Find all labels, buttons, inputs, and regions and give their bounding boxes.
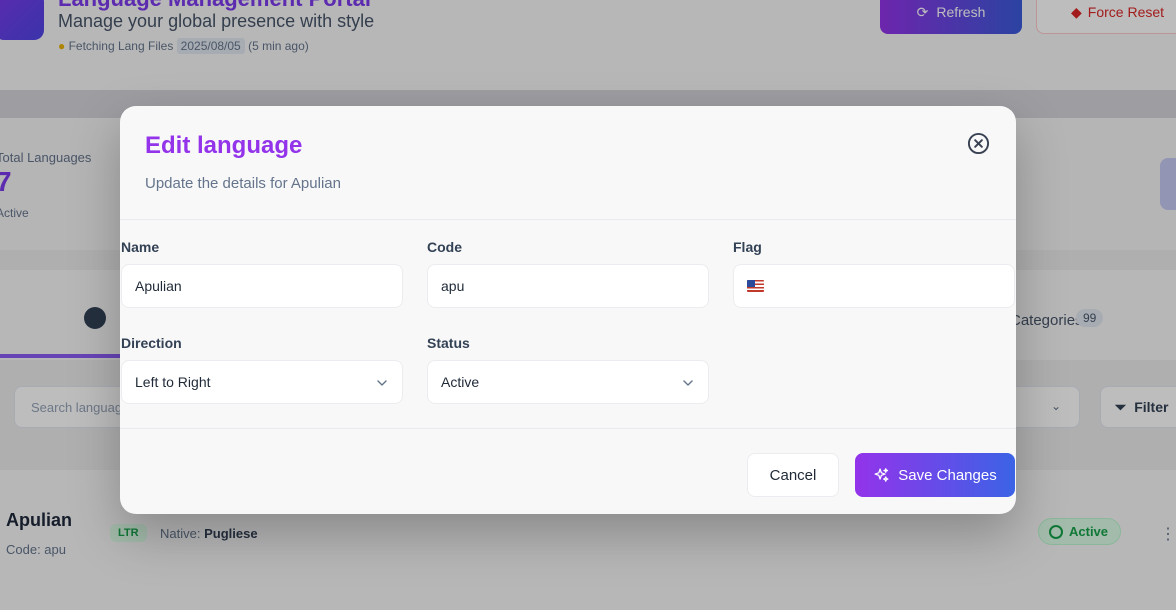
close-icon[interactable] xyxy=(967,132,990,155)
save-changes-button[interactable]: Save Changes xyxy=(855,453,1015,497)
status-select[interactable]: Active xyxy=(427,360,709,404)
status-value: Active xyxy=(441,374,480,390)
direction-label: Direction xyxy=(121,335,182,351)
sparkles-icon xyxy=(874,467,889,482)
status-label: Status xyxy=(427,335,470,351)
flag-field[interactable] xyxy=(733,264,1015,308)
code-label: Code xyxy=(427,239,462,255)
cancel-label: Cancel xyxy=(769,466,817,484)
name-label: Name xyxy=(121,239,160,255)
direction-value: Left to Right xyxy=(135,374,211,390)
edit-language-dialog: Edit language Update the details for Apu… xyxy=(120,106,1016,514)
flag-label: Flag xyxy=(733,239,762,255)
dialog-title: Edit language xyxy=(145,132,303,159)
footer-divider xyxy=(120,428,1016,429)
save-changes-label: Save Changes xyxy=(898,466,997,484)
chevron-down-icon xyxy=(377,380,387,386)
us-flag-icon xyxy=(747,280,764,292)
direction-select[interactable]: Left to Right xyxy=(121,360,403,404)
cancel-button[interactable]: Cancel xyxy=(747,453,839,497)
dialog-description: Update the details for Apulian xyxy=(145,175,341,192)
name-field[interactable] xyxy=(121,264,403,308)
header-divider xyxy=(120,219,1016,220)
chevron-down-icon xyxy=(683,380,693,386)
code-field[interactable] xyxy=(427,264,709,308)
